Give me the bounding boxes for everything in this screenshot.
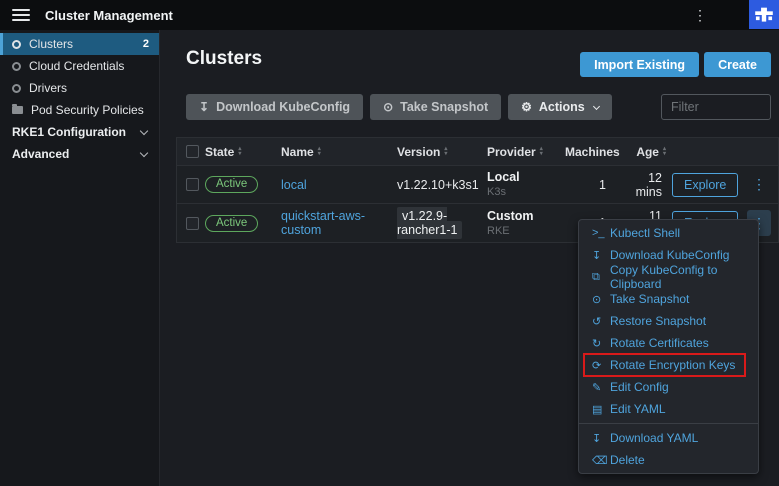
download-icon: ↧ [592,432,610,445]
column-header-provider[interactable]: Provider▴▾ [487,145,565,159]
sidebar-item-pod-security-policies[interactable]: Pod Security Policies [0,99,159,121]
sidebar-item-drivers[interactable]: Drivers [0,77,159,99]
top-bar: Cluster Management ⋮ [0,0,779,30]
terminal-icon: >_ [592,227,610,239]
file-icon: ▤ [592,403,610,416]
bulk-actions-toolbar: ↧ Download KubeConfig ⊙ Take Snapshot ⚙ … [186,94,612,120]
status-badge: Active [205,215,258,232]
rancher-logo[interactable] [749,0,779,29]
camera-icon: ⊙ [383,100,393,114]
machines-cell: 1 [565,178,620,192]
age-cell: 12 mins [620,171,668,199]
pencil-icon: ✎ [592,381,610,394]
chevron-down-icon [140,126,148,134]
camera-icon: ⊙ [592,293,610,306]
table-row: Active local v1.22.10+k3s1 LocalK3s 1 12… [177,166,778,204]
column-header-state[interactable]: State▴▾ [205,145,281,159]
provider-cell: CustomRKE [487,210,565,237]
trash-icon: ⌫ [592,454,610,467]
app-window: Cluster Management ⋮ Clusters 2 Cloud Cr… [0,0,779,486]
sidebar-group-label: Advanced [12,147,69,161]
version-cell: v1.22.10+k3s1 [397,178,487,192]
menu-item-delete[interactable]: ⌫Delete [579,449,758,471]
row-context-menu: >_Kubectl Shell ↧Download KubeConfig ⧉Co… [578,219,759,474]
count-badge: 2 [143,38,149,50]
menu-item-edit-config[interactable]: ✎Edit Config [579,376,758,398]
cluster-icon [12,40,21,49]
sidebar-item-label: Cloud Credentials [29,59,124,73]
menu-item-rotate-certificates[interactable]: ↻Rotate Certificates [579,332,758,354]
sidebar-item-label: Pod Security Policies [31,103,144,117]
row-checkbox[interactable] [186,178,199,191]
version-chip: v1.22.9-rancher1-1 [397,207,462,239]
rotate-icon: ↻ [592,337,610,350]
overflow-menu-icon[interactable]: ⋮ [693,5,707,25]
hamburger-menu-icon[interactable] [12,6,30,24]
table-header-row: State▴▾ Name▴▾ Version▴▾ Provider▴▾ Mach… [177,138,778,166]
sidebar-group-advanced[interactable]: Advanced [0,143,159,165]
sidebar-group-rke1-configuration[interactable]: RKE1 Configuration [0,121,159,143]
column-header-machines[interactable]: Machines [565,145,620,159]
sort-icon: ▴▾ [540,147,543,156]
folder-icon [12,106,23,114]
column-header-version[interactable]: Version▴▾ [397,145,487,159]
rotate-keys-icon: ⟳ [592,359,610,372]
actions-button[interactable]: ⚙ Actions [508,94,612,120]
restore-icon: ↺ [592,315,610,328]
credentials-icon [12,62,21,71]
sort-icon: ▴▾ [663,147,666,156]
menu-item-edit-yaml[interactable]: ▤Edit YAML [579,398,758,420]
chevron-down-icon [593,102,600,109]
take-snapshot-button[interactable]: ⊙ Take Snapshot [370,94,501,120]
explore-button[interactable]: Explore [672,173,738,197]
sort-icon: ▴▾ [238,147,241,156]
import-existing-button[interactable]: Import Existing [580,52,699,77]
sidebar: Clusters 2 Cloud Credentials Drivers Pod… [0,30,160,486]
drivers-icon [12,84,21,93]
filter-input[interactable] [661,94,771,120]
provider-cell: LocalK3s [487,171,565,198]
page-title: Clusters [186,48,262,70]
sidebar-item-label: Clusters [29,37,73,51]
menu-item-kubectl-shell[interactable]: >_Kubectl Shell [579,222,758,244]
cluster-name-link[interactable]: local [281,178,397,192]
gear-icon: ⚙ [521,100,532,114]
column-header-age[interactable]: Age▴▾ [620,145,668,159]
sidebar-item-cloud-credentials[interactable]: Cloud Credentials [0,55,159,77]
menu-item-download-yaml[interactable]: ↧Download YAML [579,427,758,449]
download-kubeconfig-button[interactable]: ↧ Download KubeConfig [186,94,363,120]
column-header-name[interactable]: Name▴▾ [281,145,397,159]
download-icon: ↧ [199,100,209,114]
app-title: Cluster Management [45,8,173,23]
download-icon: ↧ [592,249,610,262]
menu-item-restore-snapshot[interactable]: ↺Restore Snapshot [579,310,758,332]
row-checkbox[interactable] [186,217,199,230]
sidebar-group-label: RKE1 Configuration [12,125,126,139]
copy-icon: ⧉ [592,271,610,284]
menu-item-rotate-encryption-keys[interactable]: ⟳Rotate Encryption Keys [579,354,758,376]
menu-item-copy-kubeconfig[interactable]: ⧉Copy KubeConfig to Clipboard [579,266,758,288]
sort-icon: ▴▾ [318,147,321,156]
chevron-down-icon [140,148,148,156]
sidebar-item-label: Drivers [29,81,67,95]
row-kebab-icon[interactable]: ⋮ [747,172,771,198]
sidebar-item-clusters[interactable]: Clusters 2 [0,33,159,55]
select-all-checkbox[interactable] [186,145,199,158]
version-cell: v1.22.9-rancher1-1 [397,209,487,237]
status-badge: Active [205,176,258,193]
menu-item-take-snapshot[interactable]: ⊙Take Snapshot [579,288,758,310]
cluster-name-link[interactable]: quickstart-aws-custom [281,209,397,237]
sort-icon: ▴▾ [444,147,447,156]
create-button[interactable]: Create [704,52,771,77]
menu-divider [579,423,758,424]
